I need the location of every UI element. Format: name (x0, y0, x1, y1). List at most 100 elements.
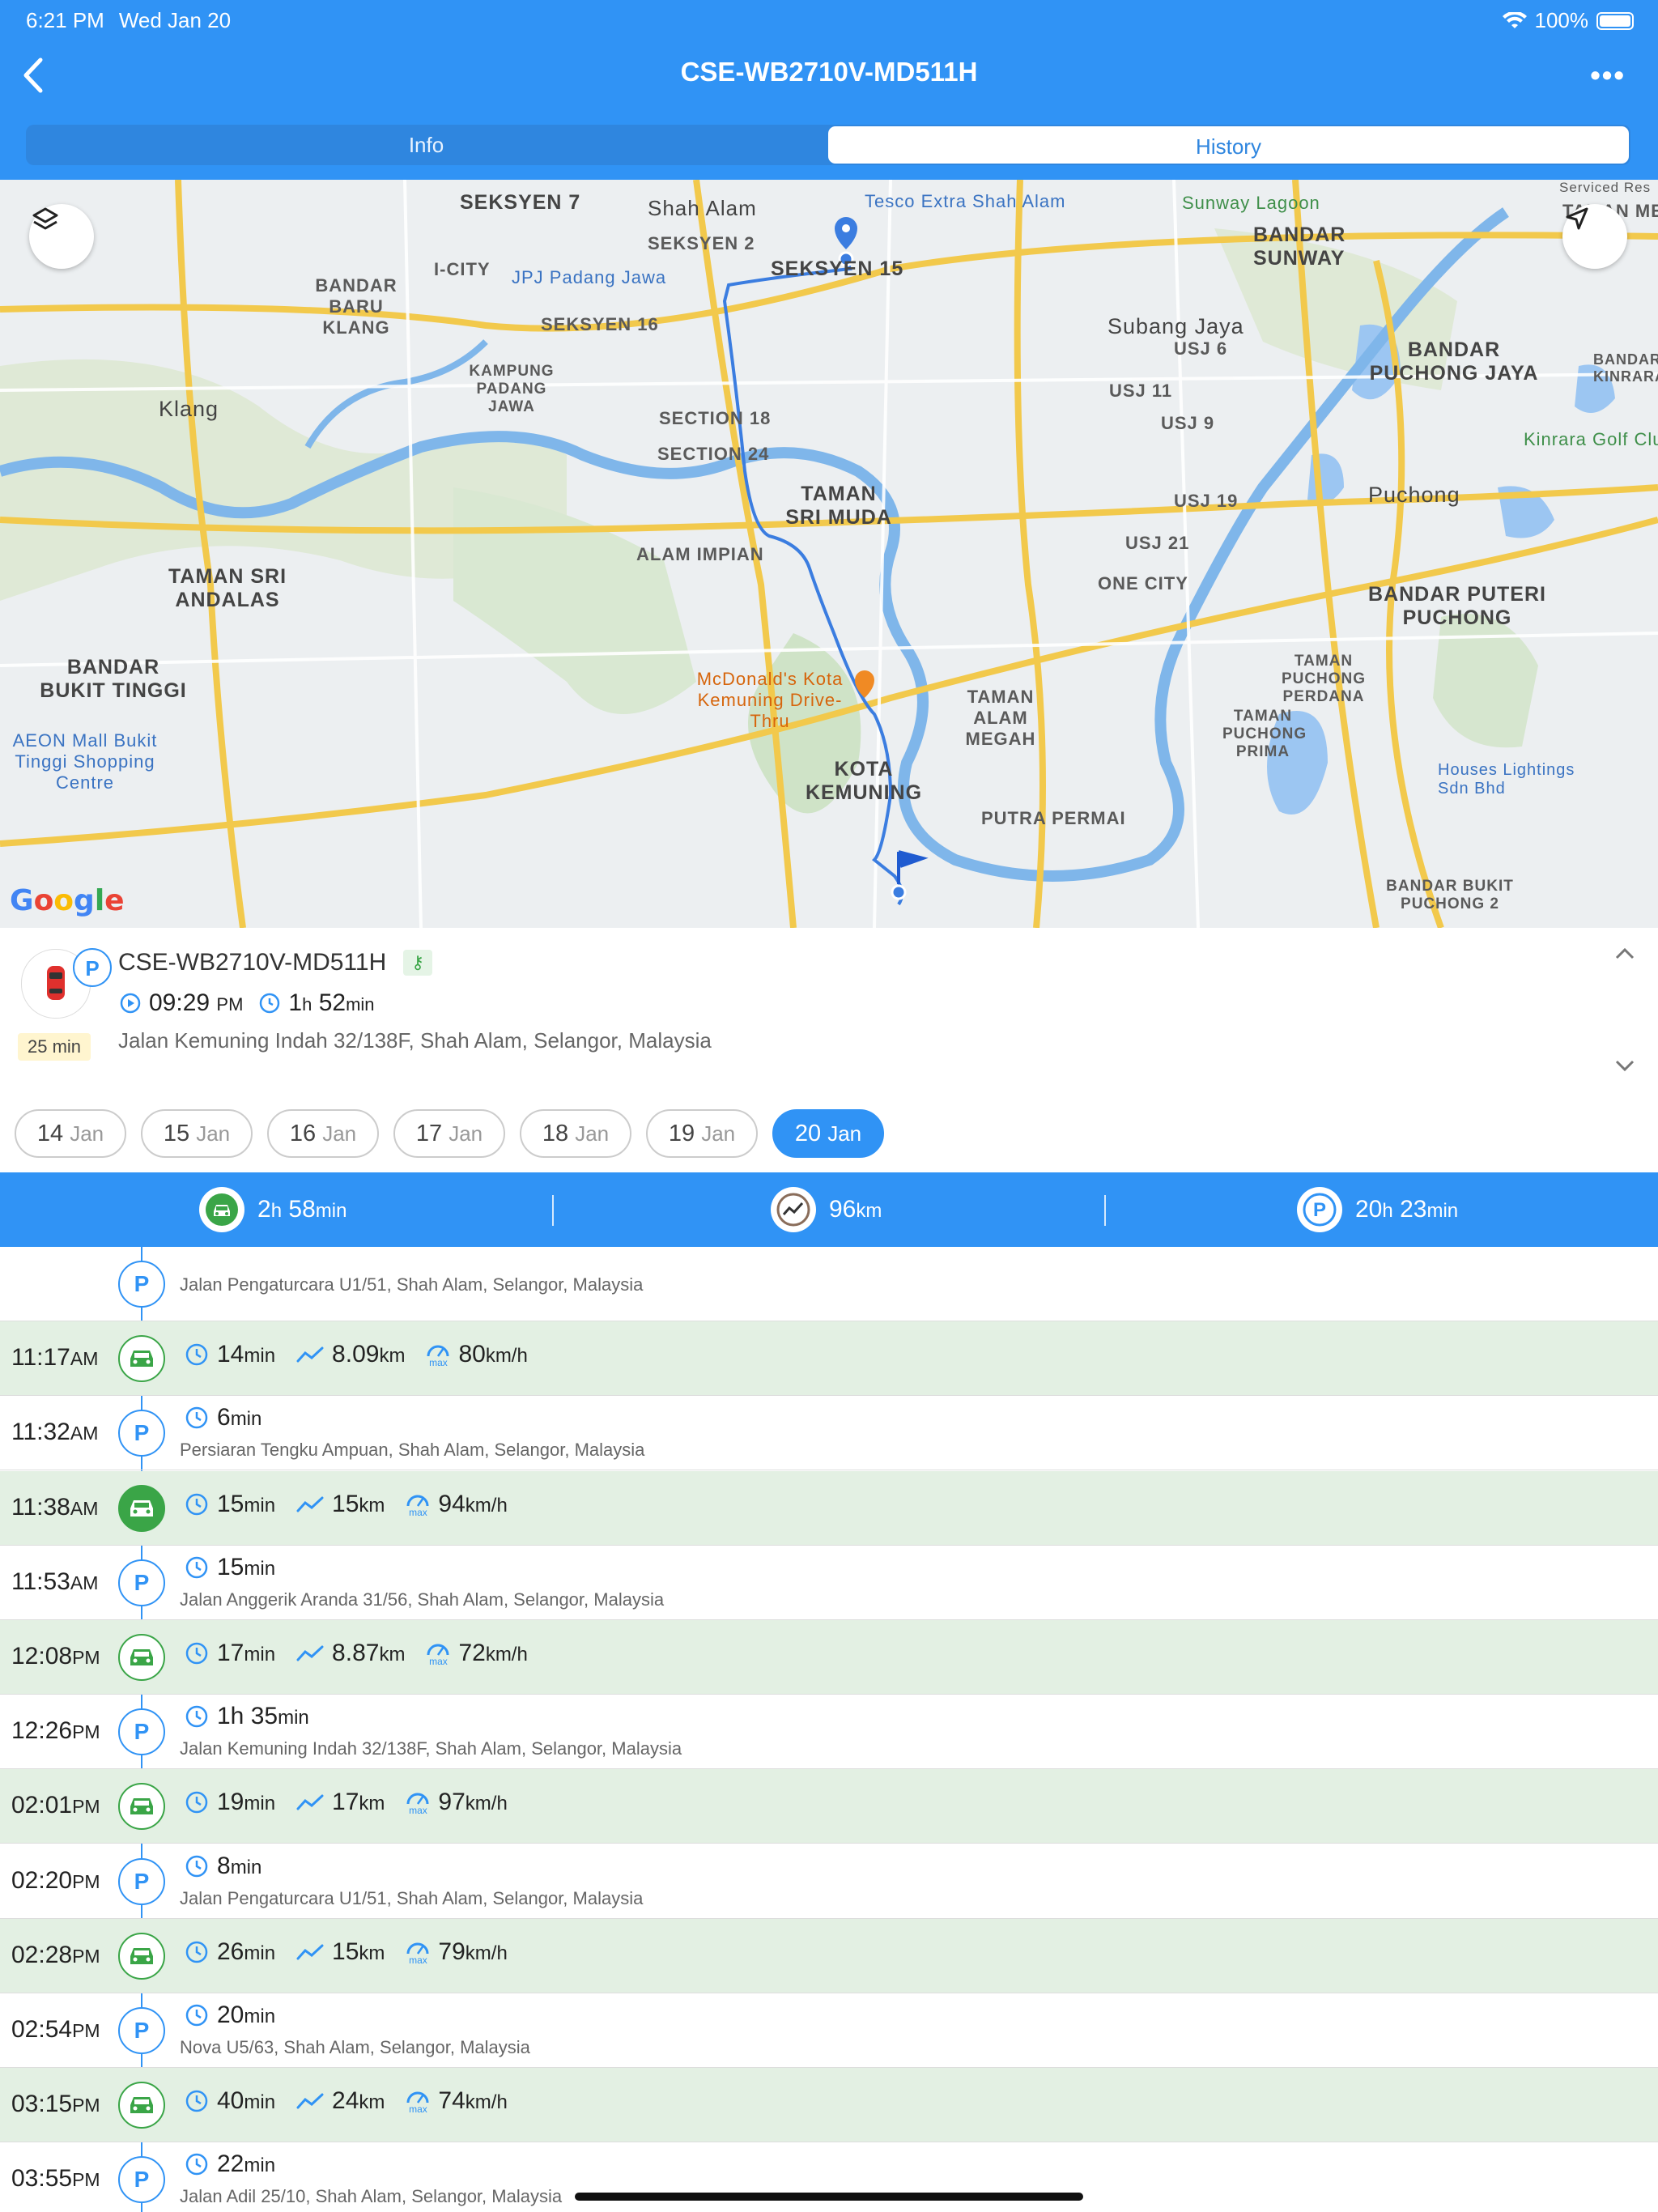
date-chip[interactable]: 15 Jan (141, 1109, 253, 1158)
duration-unit: min (244, 1644, 276, 1665)
drive-row[interactable]: 03:15PM 40min 24km max 74km/h (0, 2068, 1658, 2142)
event-time: 02:20PM (11, 1867, 100, 1895)
drive-distance: 24km (296, 2087, 385, 2115)
clock-icon (185, 1343, 208, 1366)
home-indicator[interactable] (575, 2193, 1083, 2201)
distance-value: 8.09 (332, 1341, 380, 1368)
speed-unit: km/h (465, 1942, 508, 1964)
date-chip[interactable]: 16 Jan (267, 1109, 379, 1158)
car-icon (118, 2082, 165, 2129)
duration-value: 6 (217, 1404, 231, 1431)
map-label: SEKSYEN 15 (771, 257, 904, 280)
parking-metrics: 20min (185, 2001, 296, 2029)
drive-hours: 2 (257, 1196, 271, 1223)
parking-row[interactable]: 03:55PM P 22min Jalan Adil 25/10, Shah Alam… (0, 2142, 1658, 2212)
drive-duration: 40min (185, 2087, 275, 2115)
car-icon (118, 1933, 165, 1980)
date-chip[interactable]: 17 Jan (393, 1109, 505, 1158)
tab-history[interactable]: History (828, 126, 1629, 164)
duration-minutes: 52 (318, 989, 346, 1016)
drive-duration: 15min (185, 1491, 275, 1518)
speed-unit: km/h (485, 1345, 528, 1367)
chevron-up-icon[interactable] (1614, 946, 1635, 962)
parking-metrics: 22min (185, 2150, 296, 2178)
time-ampm: AM (70, 1423, 99, 1444)
tab-info[interactable]: Info (26, 125, 827, 165)
date-chip[interactable]: 18 Jan (520, 1109, 631, 1158)
parking-metrics: 15min (185, 1554, 296, 1581)
summary-parked-time: P 20h 23min (1297, 1172, 1458, 1247)
parking-icon: P (118, 1708, 165, 1755)
date-month: Jan (449, 1121, 483, 1146)
drive-duration: 19min (185, 1789, 275, 1816)
date-month: Jan (827, 1121, 862, 1146)
map-label: BANDAR PUCHONG JAYA (1369, 338, 1539, 385)
clock-icon (185, 2004, 208, 2027)
drive-distance: 8.09km (296, 1341, 405, 1368)
drive-row[interactable]: 11:38AM 15min 15km max 94km/h (0, 1471, 1658, 1546)
time-ampm: PM (72, 2095, 100, 2116)
map-label: TAMAN PUCHONG PERDANA (1281, 653, 1367, 705)
speed-value: 97 (438, 1789, 466, 1815)
map-label: Klang (159, 397, 219, 421)
max-speed-icon: max (406, 1491, 430, 1517)
drive-duration: 14min (185, 1341, 275, 1368)
distance-value: 8.87 (332, 1640, 380, 1666)
drive-distance: 8.87km (296, 1640, 405, 1667)
map-label: Subang Jaya (1107, 314, 1244, 338)
parking-row[interactable]: P Jalan Pengaturcara U1/51, Shah Alam, Se… (0, 1247, 1658, 1321)
drive-row[interactable]: 02:28PM 26min 15km max 79km/h (0, 1919, 1658, 1993)
parking-metrics: 6min (185, 1404, 283, 1431)
route-map[interactable]: SEKSYEN 7 Shah Alam SEKSYEN 2 SEKSYEN 15… (0, 180, 1658, 928)
parking-row[interactable]: 12:26PM P 1h 35min Jalan Kemuning Indah 32/… (0, 1695, 1658, 1769)
map-label: TAMAN SRI MUDA (785, 483, 892, 529)
map-label: TAMAN PUCHONG PRIMA (1222, 708, 1307, 760)
time-ampm: PM (72, 2020, 100, 2041)
duration-hours-unit: h (302, 994, 312, 1015)
drive-max-speed: max 80km/h (426, 1341, 528, 1368)
date-chip[interactable]: 14 Jan (15, 1109, 126, 1158)
map-layers-button[interactable] (29, 204, 94, 269)
summary-divider (552, 1195, 554, 1226)
max-label: max (429, 1656, 448, 1667)
trip-timeline[interactable]: P Jalan Pengaturcara U1/51, Shah Alam, Se… (0, 1247, 1658, 2212)
chevron-down-icon[interactable] (1614, 1057, 1635, 1074)
clock-icon (185, 1705, 208, 1728)
date-day: 17 (415, 1121, 443, 1146)
distance-value: 24 (332, 2087, 359, 2114)
more-options-icon[interactable]: ••• (1590, 58, 1626, 92)
date-chip[interactable]: 19 Jan (646, 1109, 758, 1158)
drive-row[interactable]: 12:08PM 17min 8.87km max 72km/h (0, 1620, 1658, 1695)
event-time: 03:55PM (11, 2165, 100, 2193)
drive-metrics: 17min 8.87km max 72km/h (185, 1640, 549, 1667)
parking-address: Jalan Adil 25/10, Shah Alam, Selangor, M… (180, 2186, 563, 2206)
drive-row[interactable]: 02:01PM 19min 17km max 97km/h (0, 1769, 1658, 1844)
parking-address: Jalan Pengaturcara U1/51, Shah Alam, Sel… (180, 1274, 644, 1295)
distance-value: 96 (829, 1196, 857, 1223)
map-label: I-CITY (434, 259, 491, 279)
map-label: McDonald's Kota Kemuning Drive-Thru (696, 669, 844, 731)
parking-metrics: 1h 35min (185, 1703, 330, 1730)
vehicle-card[interactable]: P 25 min CSE-WB2710V-MD511H ⚷ 09:29 PM 1… (0, 928, 1658, 1100)
drive-metrics: 19min 17km max 97km/h (185, 1789, 529, 1816)
parking-row[interactable]: 02:20PM P 8min Jalan Pengaturcara U1/51, Sh… (0, 1844, 1658, 1919)
parking-icon: P (118, 1261, 165, 1308)
time-ampm: AM (70, 1348, 99, 1369)
distance-unit: km (359, 1942, 385, 1964)
time-value: 03:15 (11, 2091, 73, 2117)
time-value: 11:32 (11, 1419, 70, 1445)
drive-duration: 17min (185, 1640, 275, 1667)
date-day: 14 (36, 1121, 64, 1146)
status-date: Wed Jan 20 (118, 8, 232, 32)
map-label: Sunway Lagoon (1182, 193, 1320, 213)
parking-row[interactable]: 11:53AM P 15min Jalan Anggerik Aranda 31/56… (0, 1546, 1658, 1620)
drive-row[interactable]: 11:17AM 14min 8.09km max 80km/h (0, 1321, 1658, 1396)
my-location-button[interactable] (1562, 204, 1627, 269)
svg-text:P: P (1313, 1199, 1326, 1221)
parking-row[interactable]: 11:32AM P 6min Persiaran Tengku Ampuan, Sha… (0, 1396, 1658, 1470)
speed-value: 74 (438, 2087, 466, 2114)
trip-graph-icon (771, 1187, 816, 1232)
parking-row[interactable]: 02:54PM P 20min Nova U5/63, Shah Alam, Sela… (0, 1993, 1658, 2068)
status-bar: 6:21 PM Wed Jan 20 (26, 8, 231, 33)
date-chip[interactable]: 20 Jan (772, 1109, 884, 1158)
